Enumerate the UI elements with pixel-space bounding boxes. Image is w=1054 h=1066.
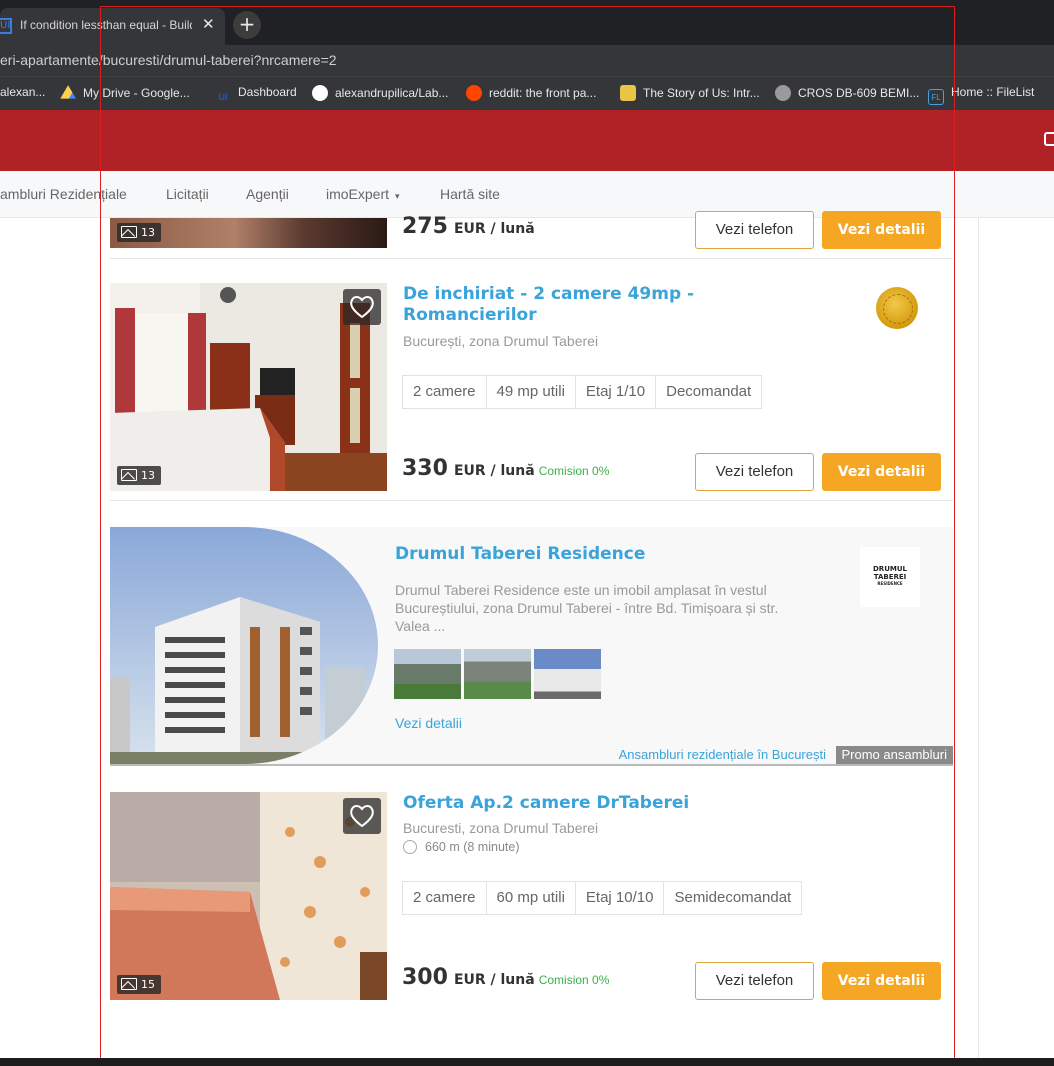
close-icon[interactable]: ✕ bbox=[202, 15, 215, 33]
feature-rooms: 2 camere bbox=[403, 376, 487, 408]
listing-photo[interactable]: 13 bbox=[110, 218, 387, 248]
feature-area: 60 mp utili bbox=[487, 882, 576, 914]
reddit-icon bbox=[466, 85, 482, 101]
photo-count-badge: 13 bbox=[117, 466, 161, 485]
promo-category-link[interactable]: Ansambluri rezidențiale în București bbox=[619, 747, 826, 762]
heart-icon[interactable] bbox=[343, 289, 381, 325]
image-icon bbox=[121, 978, 137, 990]
listing-card: 15 Oferta Ap.2 camere DrTaberei Bucurest… bbox=[110, 792, 953, 1000]
feature-area: 49 mp utili bbox=[487, 376, 576, 408]
bookmark-item[interactable]: alexan... bbox=[0, 85, 45, 99]
photo-count-badge: 13 bbox=[117, 223, 161, 242]
listing-features: 2 camere 60 mp utili Etaj 10/10 Semideco… bbox=[402, 881, 803, 915]
promo-card: Drumul Taberei Residence DRUMUL TABEREI … bbox=[110, 527, 953, 766]
url-text[interactable]: eri-apartamente/bucuresti/drumul-taberei… bbox=[0, 52, 337, 68]
bookmark-item[interactable]: alexandrupilica/Lab... bbox=[312, 85, 448, 101]
os-taskbar bbox=[0, 1058, 1054, 1066]
nav-item-harta-site[interactable]: Hartă site bbox=[440, 186, 500, 202]
price: 330 EUR / lună Comision 0% bbox=[402, 456, 610, 481]
nav-item-agentii[interactable]: Agenții bbox=[246, 186, 289, 202]
feature-layout: Decomandat bbox=[666, 383, 752, 400]
view-details-button[interactable]: Vezi detalii bbox=[822, 962, 941, 1000]
browser-tab[interactable]: UI If condition lessthan equal - Build ✕ bbox=[0, 8, 225, 45]
promo-tag: Promo ansambluri bbox=[835, 746, 953, 764]
bookmarks-bar: alexan... My Drive - Google... UI Dashboa… bbox=[0, 76, 1054, 110]
show-phone-button[interactable]: Vezi telefon bbox=[695, 962, 814, 1000]
listing-photo[interactable]: 15 bbox=[110, 792, 387, 1000]
tab-favicon-icon: UI bbox=[0, 18, 12, 34]
chat-icon[interactable] bbox=[1044, 132, 1054, 146]
residence-logo[interactable]: DRUMUL TABEREI RESIDENCE bbox=[860, 547, 920, 607]
listing-photo[interactable]: 13 bbox=[110, 283, 387, 491]
metro-distance: 660 m (8 minute) bbox=[403, 840, 519, 854]
listing-location: Bucuresti, zona Drumul Taberei bbox=[403, 820, 599, 836]
bookmark-item[interactable]: reddit: the front pa... bbox=[466, 85, 596, 101]
feature-rooms: 2 camere bbox=[403, 882, 487, 914]
commission-label: Comision 0% bbox=[538, 464, 610, 478]
divider bbox=[110, 500, 953, 501]
promo-details-link[interactable]: Vezi detalii bbox=[395, 715, 462, 731]
listing-card: 13 275 EUR / lună Vezi telefon Vezi detal… bbox=[110, 211, 953, 258]
promo-title[interactable]: Drumul Taberei Residence bbox=[395, 544, 645, 564]
metro-icon bbox=[403, 840, 417, 854]
feature-floor: Etaj 1/10 bbox=[576, 376, 657, 408]
chevron-down-icon: ▾ bbox=[395, 191, 400, 201]
google-drive-icon bbox=[60, 85, 76, 99]
promo-thumbnail[interactable] bbox=[464, 649, 531, 699]
ui-icon: UI bbox=[218, 92, 228, 102]
view-details-button[interactable]: Vezi detalii bbox=[822, 453, 941, 491]
new-tab-plus-icon[interactable]: + bbox=[233, 11, 261, 39]
github-icon bbox=[312, 85, 328, 101]
tab-title: If condition lessthan equal - Build bbox=[20, 18, 192, 32]
divider bbox=[110, 258, 953, 259]
promo-thumbnail[interactable] bbox=[534, 649, 601, 699]
bookmark-item[interactable]: The Story of Us: Intr... bbox=[620, 85, 760, 101]
listing-location: București, zona Drumul Taberei bbox=[403, 333, 599, 349]
bookmark-item[interactable]: UI Dashboard bbox=[215, 85, 297, 105]
listing-title[interactable]: Oferta Ap.2 camere DrTaberei bbox=[403, 793, 803, 814]
listing-features: 2 camere 49 mp utili Etaj 1/10 Decomanda… bbox=[402, 375, 763, 409]
feature-layout: Semidecomandat bbox=[674, 889, 792, 906]
promo-description: Drumul Taberei Residence este un imobil … bbox=[395, 582, 779, 634]
bookmark-item[interactable]: My Drive - Google... bbox=[60, 85, 190, 101]
bookmark-item[interactable]: FL Home :: FileList bbox=[928, 85, 1034, 105]
nav-item-imoexpert[interactable]: imoExpert ▾ bbox=[326, 186, 400, 202]
site-header bbox=[0, 110, 1054, 171]
commission-label: Comision 0% bbox=[538, 973, 610, 987]
address-bar[interactable]: eri-apartamente/bucuresti/drumul-taberei… bbox=[0, 45, 1054, 76]
promo-building-photo[interactable] bbox=[110, 527, 378, 764]
nav-item-ansambluri[interactable]: ambluri Rezidențiale bbox=[0, 186, 127, 202]
price: 275 EUR / lună bbox=[402, 214, 535, 239]
photo-count-badge: 15 bbox=[117, 975, 161, 994]
price: 300 EUR / lună Comision 0% bbox=[402, 965, 610, 990]
listing-card: 13 De inchiriat - 2 camere 49mp - Romanc… bbox=[110, 283, 953, 491]
globe-icon bbox=[775, 85, 791, 101]
feature-floor: Etaj 10/10 bbox=[576, 882, 665, 914]
show-phone-button[interactable]: Vezi telefon bbox=[695, 453, 814, 491]
show-phone-button[interactable]: Vezi telefon bbox=[695, 211, 814, 249]
image-icon bbox=[121, 469, 137, 481]
view-details-button[interactable]: Vezi detalii bbox=[822, 211, 941, 249]
crown-icon bbox=[620, 85, 636, 101]
promo-thumbnail[interactable] bbox=[394, 649, 461, 699]
heart-icon[interactable] bbox=[343, 798, 381, 834]
browser-tab-bar: UI If condition lessthan equal - Build ✕… bbox=[0, 0, 1054, 45]
nav-item-licitatii[interactable]: Licitații bbox=[166, 186, 209, 202]
agency-logo[interactable] bbox=[876, 287, 918, 329]
image-icon bbox=[121, 226, 137, 238]
column-divider bbox=[978, 218, 979, 1060]
bookmark-item[interactable]: CROS DB-609 BEMI... bbox=[775, 85, 919, 101]
filelist-icon: FL bbox=[928, 89, 944, 105]
listing-title[interactable]: De inchiriat - 2 camere 49mp - Romancier… bbox=[403, 284, 723, 326]
